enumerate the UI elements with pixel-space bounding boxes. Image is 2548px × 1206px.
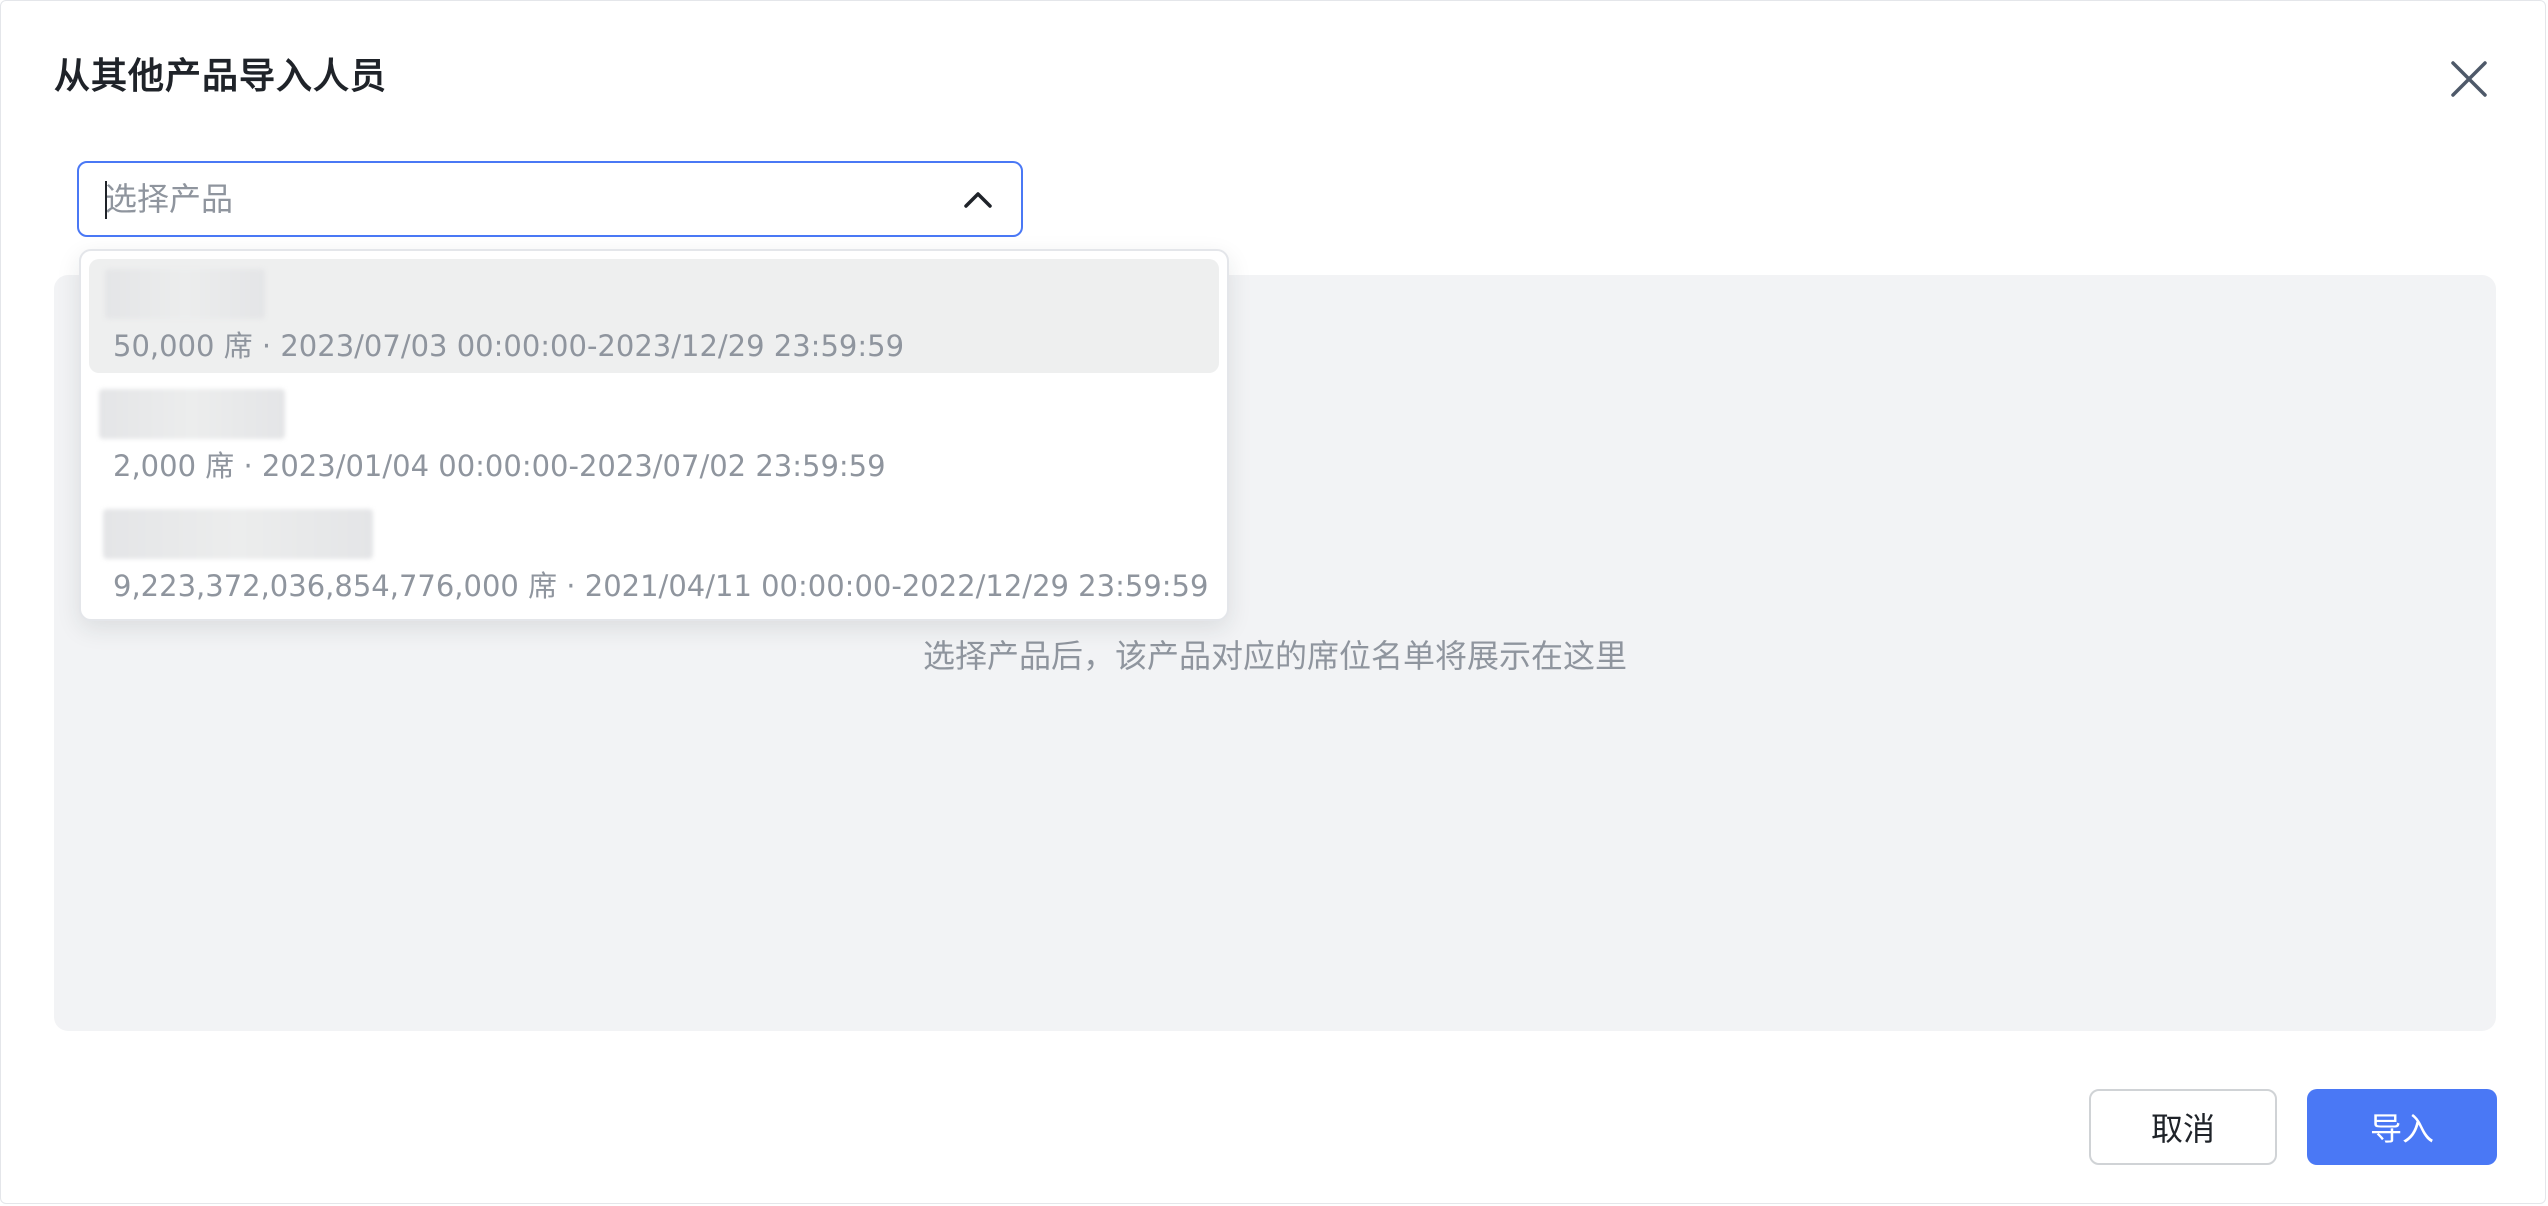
dialog-title: 从其他产品导入人员 <box>54 56 388 97</box>
product-select[interactable] <box>77 161 1023 237</box>
product-name-redacted <box>103 509 373 559</box>
product-option-meta: 9,223,372,036,854,776,000 席 · 2021/04/11… <box>113 569 1209 603</box>
close-icon <box>2451 61 2487 97</box>
product-option[interactable]: 50,000 席 · 2023/07/03 00:00:00-2023/12/2… <box>89 259 1219 373</box>
chevron-up-icon[interactable] <box>961 187 995 211</box>
close-button[interactable] <box>2441 51 2497 107</box>
product-option[interactable]: 2,000 席 · 2023/01/04 00:00:00-2023/07/02… <box>89 379 1219 493</box>
empty-state-text: 选择产品后，该产品对应的席位名单将展示在这里 <box>922 637 1627 675</box>
text-cursor <box>105 181 107 219</box>
cancel-button[interactable]: 取消 <box>2089 1089 2277 1165</box>
product-name-redacted <box>105 269 265 319</box>
product-option[interactable]: 9,223,372,036,854,776,000 席 · 2021/04/11… <box>89 499 1219 613</box>
product-search-input[interactable] <box>105 177 925 221</box>
import-button[interactable]: 导入 <box>2307 1089 2497 1165</box>
product-option-meta: 2,000 席 · 2023/01/04 00:00:00-2023/07/02… <box>113 449 886 483</box>
import-dialog: 从其他产品导入人员 选择产品后，该产品对应的席位名单将展示在这里 50,000 … <box>0 0 2546 1204</box>
product-name-redacted <box>99 389 285 439</box>
product-option-meta: 50,000 席 · 2023/07/03 00:00:00-2023/12/2… <box>113 329 905 363</box>
product-dropdown: 50,000 席 · 2023/07/03 00:00:00-2023/12/2… <box>79 249 1229 621</box>
